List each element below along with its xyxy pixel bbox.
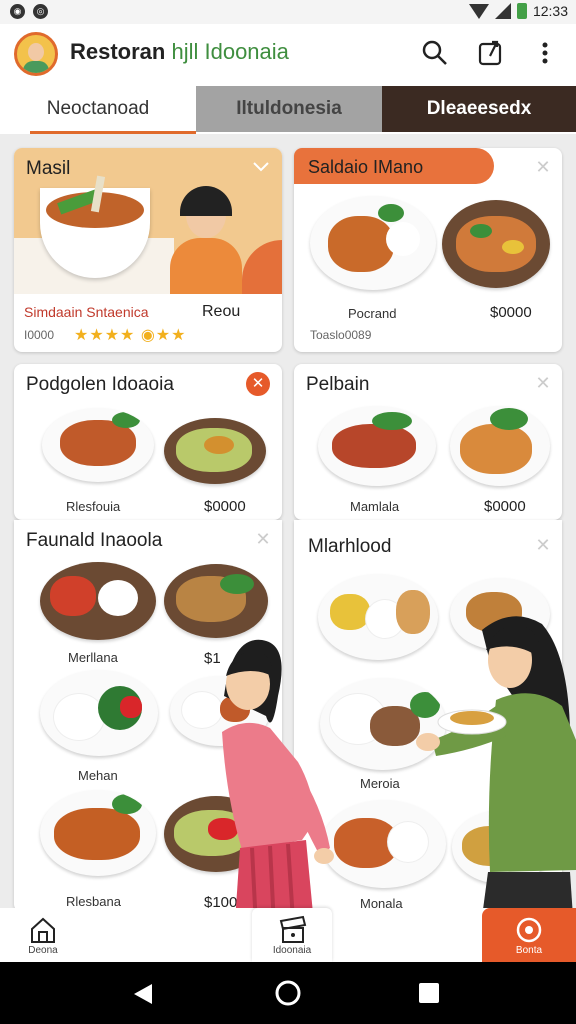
chevron-down-icon[interactable] (252, 160, 270, 174)
card-price: Reou (202, 303, 241, 320)
food-plate (442, 200, 550, 288)
app-title: Restoran hjll Idoonaia (70, 39, 289, 65)
back-icon[interactable] (132, 982, 154, 1006)
app-title-main: Restoran (70, 39, 166, 64)
card-title: Masil (26, 158, 71, 179)
food-plate (450, 406, 550, 486)
signal-icon (494, 3, 511, 19)
nav-home[interactable]: Deona (14, 908, 72, 962)
card-caption: Mamlala (350, 499, 400, 514)
nav-bonta[interactable]: Bonta (482, 908, 576, 962)
card-title: Podgolen Idoaoia (26, 374, 174, 395)
card-price: $0000 (204, 498, 246, 515)
wifi-icon (468, 3, 489, 19)
food-plate (40, 790, 156, 876)
nav-restaurant[interactable]: Idoonaia (252, 908, 332, 962)
target-icon (516, 917, 542, 942)
rating-stars: ★★★★ ◉★★ (74, 327, 187, 344)
tab-label: Dleaeesedx (426, 98, 532, 119)
menu-card-masil[interactable]: Masil Simdaain Sntaenica Reou I0000 ★★★★… (14, 148, 282, 352)
card-price: $0000 (490, 304, 532, 321)
food-plate (42, 408, 154, 482)
category-tabs: Neoctanoad Iltuldonesia Dleaeesedx (0, 86, 576, 134)
nav-label: Deona (28, 944, 58, 956)
close-icon[interactable]: ✕ (246, 372, 270, 396)
nav-label: Bonta (515, 944, 543, 956)
card-price: $0000 (484, 498, 526, 515)
restaurant-icon (279, 915, 307, 943)
home-icon (31, 917, 55, 943)
card-footnote: I0000 (24, 328, 55, 342)
recents-icon[interactable] (418, 982, 440, 1004)
nav-label: Idoonaia (272, 944, 312, 956)
share-icon[interactable] (476, 38, 506, 68)
app-title-suffix: hjll Idoonaia (165, 39, 289, 64)
battery-icon (516, 3, 527, 19)
card-subtitle: Simdaain Sntaenica (24, 304, 149, 320)
close-icon[interactable]: ✕ (252, 528, 274, 550)
card-title: Mlarhlood (308, 536, 392, 557)
home-button-icon[interactable] (274, 979, 302, 1007)
card-caption: Pocrand (348, 306, 397, 321)
food-plate (164, 418, 266, 484)
tab-indonesia[interactable]: Iltuldonesia (196, 86, 382, 132)
menu-card-pelbain[interactable]: Pelbain ✕ Mamlala $0000 (294, 364, 562, 520)
close-icon[interactable]: ✕ (532, 156, 554, 178)
close-icon[interactable]: ✕ (532, 372, 554, 394)
tab-neoctanoad[interactable]: Neoctanoad (0, 86, 196, 134)
item-caption: Merllana (68, 650, 118, 665)
restaurant-logo[interactable] (14, 32, 58, 76)
food-plate (40, 562, 156, 640)
card-title: Pelbain (306, 374, 370, 395)
search-icon[interactable] (420, 38, 450, 68)
notification-icon: ◉ (10, 4, 25, 19)
food-plate (40, 670, 158, 756)
card-title: Saldaio IMano (308, 157, 424, 177)
food-plate (318, 406, 436, 486)
active-tab-indicator (30, 131, 196, 134)
tab-label: Iltuldonesia (236, 98, 342, 119)
bottom-navigation: Deona Idoonaia Bonta (0, 908, 576, 962)
app-notification-icon: ◎ (33, 4, 48, 19)
food-plate (310, 196, 436, 290)
item-caption: Rlesbana (66, 894, 121, 909)
app-bar: Restoran hjll Idoonaia (0, 24, 576, 86)
menu-card-saldaio[interactable]: Saldaio IMano ✕ Pocrand $0000 Toaslo0089 (294, 148, 562, 352)
tab-dleaeesedx[interactable]: Dleaeesedx (382, 86, 576, 132)
food-plate (164, 564, 268, 638)
item-caption: Mehan (78, 768, 118, 783)
clock: 12:33 (532, 3, 568, 19)
tab-label: Neoctanoad (46, 98, 150, 119)
close-icon[interactable]: ✕ (532, 534, 554, 556)
menu-card-podgolen[interactable]: Podgolen Idoaoia ✕ Rlesfouia $0000 (14, 364, 282, 520)
status-bar: ◉ ◎ 12:33 (0, 0, 576, 24)
card-title: Faunald Inaoola (26, 530, 163, 551)
more-options-icon[interactable] (530, 38, 560, 68)
card-caption: Rlesfouia (66, 499, 121, 514)
card-footnote: Toaslo0089 (310, 328, 372, 342)
system-navigation-bar (0, 962, 576, 1024)
